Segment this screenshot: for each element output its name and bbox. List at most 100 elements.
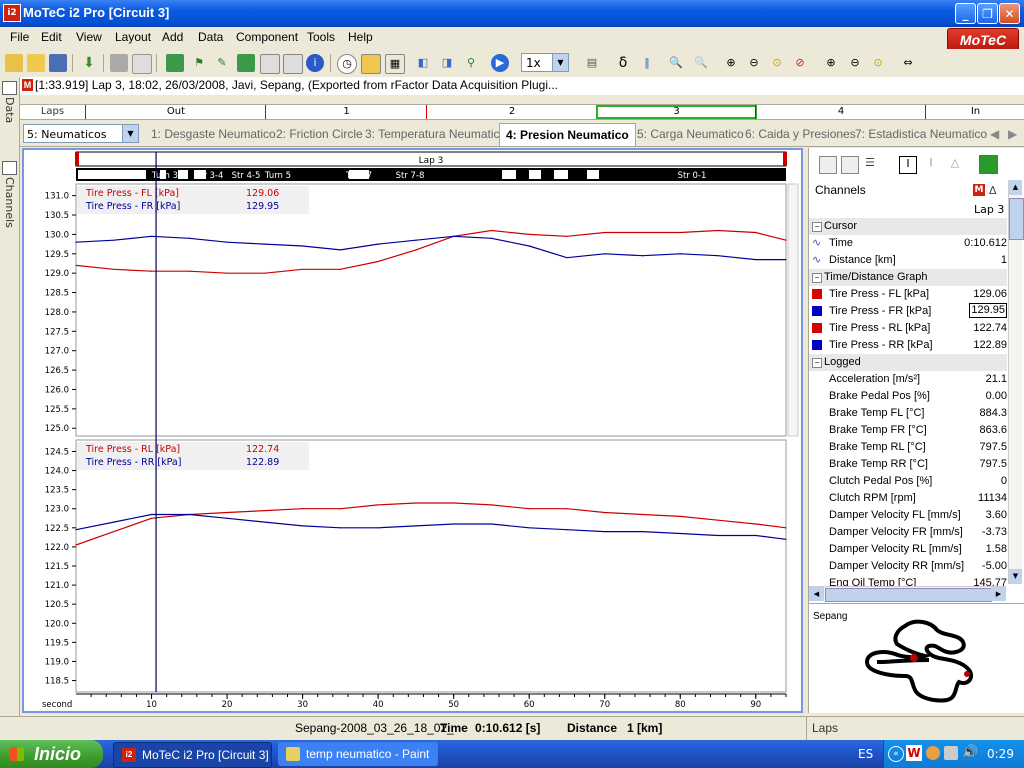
list-view-icon[interactable]: ☰ bbox=[865, 156, 881, 172]
channel-row[interactable]: Tire Press - FL [kPa] 129.06 bbox=[809, 286, 1007, 303]
app-icon[interactable]: i2 bbox=[3, 4, 21, 22]
menu-help[interactable]: Help bbox=[348, 30, 373, 44]
table-icon[interactable] bbox=[260, 54, 280, 74]
channel-row[interactable]: Tire Press - RR [kPa] 122.89 bbox=[809, 337, 1007, 354]
list-icon[interactable] bbox=[283, 54, 303, 74]
tray-network-icon[interactable] bbox=[944, 746, 958, 760]
channel-group-header[interactable]: − Cursor bbox=[809, 218, 1007, 235]
info-icon[interactable]: i bbox=[306, 54, 324, 72]
graph-icon[interactable] bbox=[166, 54, 184, 72]
expand-all-icon[interactable] bbox=[819, 156, 837, 174]
collapse-group-icon[interactable]: − bbox=[812, 222, 822, 232]
start-button[interactable]: Inicio bbox=[0, 740, 103, 768]
channel-row[interactable]: Damper Velocity FL [mm/s] 3.60 bbox=[809, 507, 1007, 524]
channel-row[interactable]: Brake Temp RL [°C] 797.5 bbox=[809, 439, 1007, 456]
channel-group-header[interactable]: − Logged bbox=[809, 354, 1007, 371]
channel-row[interactable]: Damper Velocity RL [mm/s] 1.58 bbox=[809, 541, 1007, 558]
zoom-y-out-icon[interactable]: ⊖ bbox=[846, 54, 864, 72]
data-dock-tab[interactable]: Data bbox=[3, 97, 16, 123]
menu-tools[interactable]: Tools bbox=[307, 30, 335, 44]
scroll-down-icon[interactable]: ▼ bbox=[1009, 569, 1022, 584]
top-plot-area[interactable] bbox=[75, 183, 787, 437]
marker-icon[interactable]: ⚲ bbox=[462, 54, 480, 72]
excel-icon[interactable] bbox=[237, 54, 255, 72]
tab-friction-circle[interactable]: 2: Friction Circle bbox=[276, 127, 363, 141]
clock[interactable]: 0:29 bbox=[987, 747, 1014, 761]
lap-cell-1[interactable]: 1 bbox=[265, 105, 427, 119]
tray-shield-icon[interactable] bbox=[926, 746, 940, 760]
menu-add[interactable]: Add bbox=[162, 30, 183, 44]
menu-edit[interactable]: Edit bbox=[41, 30, 62, 44]
channel-row[interactable]: Damper Velocity FR [mm/s] -3.73 bbox=[809, 524, 1007, 541]
graph-vscroll[interactable] bbox=[787, 183, 799, 437]
play-icon[interactable]: ▶ bbox=[491, 54, 509, 72]
channels-hscroll[interactable]: ◀ ▶ bbox=[809, 586, 1006, 602]
menu-view[interactable]: View bbox=[76, 30, 102, 44]
lap-cell-3[interactable]: 3 bbox=[596, 105, 757, 119]
chevron-down-icon[interactable]: ▼ bbox=[122, 125, 138, 142]
save-icon[interactable] bbox=[49, 54, 67, 72]
open-folder-icon[interactable] bbox=[27, 54, 45, 72]
lap-cell-2[interactable]: 2 bbox=[426, 105, 597, 119]
hscroll-thumb[interactable] bbox=[825, 588, 992, 602]
lap-cell-out[interactable]: Out bbox=[85, 105, 266, 119]
time-distance-graph[interactable]: Lap 3 Turn 3 Str 3-4 Str 4-5 Turn 5 Turn 7 St… bbox=[22, 148, 803, 713]
tab-carga-neumatico[interactable]: 5: Carga Neumatico bbox=[637, 127, 744, 141]
scroll-up-icon[interactable]: ▲ bbox=[1009, 180, 1022, 195]
menu-data[interactable]: Data bbox=[198, 30, 223, 44]
playback-speed-select[interactable]: 1x ▼ bbox=[521, 53, 569, 72]
download-icon[interactable]: ⬇ bbox=[80, 54, 98, 72]
range-icon[interactable]: ⇔ bbox=[899, 54, 917, 72]
tab-caida-y-presiones[interactable]: 6: Caida y Presiones bbox=[745, 127, 856, 141]
text-cursor-icon[interactable]: I bbox=[899, 156, 917, 174]
channels-vscroll[interactable]: ▲ ▼ bbox=[1008, 180, 1024, 584]
prev-lap-icon[interactable]: ◧ bbox=[414, 54, 432, 72]
zoom-in-icon[interactable]: ⊕ bbox=[722, 54, 740, 72]
split-icon[interactable]: ‖ bbox=[638, 54, 656, 72]
collapse-group-icon[interactable]: − bbox=[812, 273, 822, 283]
edit-icon[interactable]: ✎ bbox=[213, 54, 231, 72]
menu-file[interactable]: File bbox=[10, 30, 29, 44]
delta-icon[interactable]: δ bbox=[614, 54, 632, 72]
tab-presion-neumatico[interactable]: 4: Presion Neumatico bbox=[499, 123, 636, 146]
channel-row[interactable]: Clutch Pedal Pos [%] 0 bbox=[809, 473, 1007, 490]
clock-icon[interactable]: ◷ bbox=[337, 54, 357, 74]
lap-cell-4[interactable]: 4 bbox=[755, 105, 926, 119]
minimize-button[interactable]: _ bbox=[955, 3, 976, 24]
channel-row[interactable]: Brake Temp RR [°C] 797.5 bbox=[809, 456, 1007, 473]
overlay-icon[interactable] bbox=[361, 54, 381, 74]
channel-row[interactable]: Brake Pedal Pos [%] 0.00 bbox=[809, 388, 1007, 405]
chevron-down-icon[interactable]: ▼ bbox=[552, 54, 568, 71]
triangle-icon[interactable]: △ bbox=[947, 156, 963, 172]
zoom-y-in-icon[interactable]: ⊕ bbox=[822, 54, 840, 72]
lap-cell-in[interactable]: In bbox=[925, 105, 1024, 119]
menu-component[interactable]: Component bbox=[236, 30, 298, 44]
show-hidden-icons-icon[interactable]: « bbox=[888, 746, 904, 762]
data-panel-icon[interactable] bbox=[2, 81, 17, 95]
print-icon[interactable] bbox=[110, 54, 128, 72]
bottom-plot-area[interactable] bbox=[75, 439, 787, 693]
channel-group-header[interactable]: − Time/Distance Graph bbox=[809, 269, 1007, 286]
flag-icon[interactable]: ⚑ bbox=[190, 54, 208, 72]
taskbar-item-paint[interactable]: temp neumatico - Paint bbox=[278, 742, 438, 766]
taskbar-item-motec[interactable]: i2 MoTeC i2 Pro [Circuit 3] bbox=[113, 742, 272, 768]
zoom-reset-icon[interactable]: ⊘ bbox=[791, 54, 809, 72]
channels-panel-icon[interactable] bbox=[2, 161, 17, 175]
tray-app-icon[interactable]: W bbox=[906, 745, 922, 761]
refresh-icon[interactable] bbox=[979, 155, 998, 174]
zoom-out-icon[interactable]: ⊖ bbox=[745, 54, 763, 72]
channel-row[interactable]: Brake Temp FL [°C] 884.3 bbox=[809, 405, 1007, 422]
tab-desgaste-neumatico[interactable]: 1: Desgaste Neumatico bbox=[151, 127, 276, 141]
channel-row[interactable]: Tire Press - FR [kPa] 129.95 bbox=[809, 303, 1007, 320]
channel-row[interactable]: Acceleration [m/s²] 21.1 bbox=[809, 371, 1007, 388]
maximize-button[interactable]: ❐ bbox=[977, 3, 998, 24]
tab-estadistica-neumatico[interactable]: 7: Estadistica Neumatico bbox=[855, 127, 987, 141]
scroll-right-icon[interactable]: ▶ bbox=[991, 587, 1006, 601]
grid-icon[interactable]: ▦ bbox=[385, 54, 405, 74]
collapse-all-icon[interactable] bbox=[841, 156, 859, 174]
scroll-left-icon[interactable]: ◀ bbox=[809, 587, 824, 601]
collapse-group-icon[interactable]: − bbox=[812, 358, 822, 368]
channel-row[interactable]: Damper Velocity RR [mm/s] -5.00 bbox=[809, 558, 1007, 575]
graph-svg[interactable]: Lap 3 Turn 3 Str 3-4 Str 4-5 Turn 5 Turn 7 St… bbox=[24, 150, 801, 711]
channel-row[interactable]: Tire Press - RL [kPa] 122.74 bbox=[809, 320, 1007, 337]
